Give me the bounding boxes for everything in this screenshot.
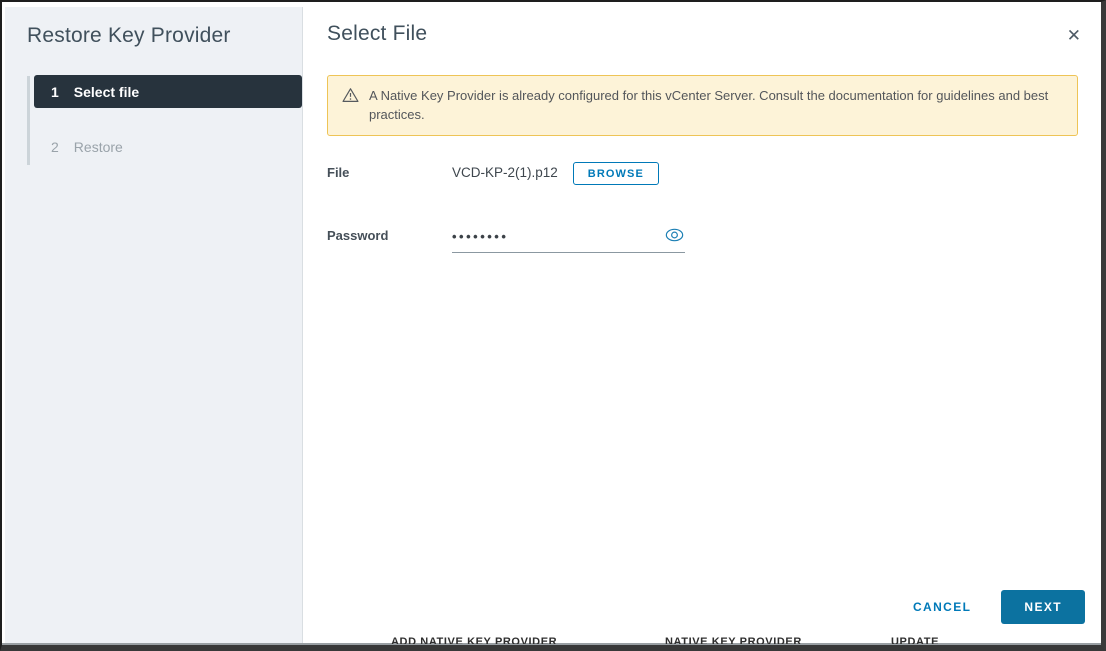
password-input[interactable]: •••••••• <box>452 225 685 253</box>
warning-triangle-icon <box>342 87 359 103</box>
clipped-background-text: ADD NATIVE KEY PROVIDER <box>391 636 557 644</box>
eye-icon[interactable] <box>665 228 684 242</box>
step-number: 2 <box>51 139 59 155</box>
password-masked-value: •••••••• <box>452 229 508 244</box>
next-button[interactable]: NEXT <box>1001 590 1085 624</box>
file-label: File <box>327 162 452 180</box>
warning-text: A Native Key Provider is already configu… <box>369 86 1063 124</box>
cancel-button[interactable]: CANCEL <box>913 600 971 614</box>
page-title: Select File <box>303 7 1101 46</box>
wizard-footer: CANCEL NEXT <box>913 590 1085 624</box>
clipped-background-text: NATIVE KEY PROVIDER <box>665 636 802 644</box>
warning-banner: A Native Key Provider is already configu… <box>327 75 1078 136</box>
step-label: Select file <box>74 84 139 100</box>
selected-file-name: VCD-KP-2(1).p12 <box>452 162 558 180</box>
clipped-background-text: UPDATE <box>891 636 939 644</box>
password-field-row: Password •••••••• <box>327 225 1079 253</box>
step-restore: 2 Restore <box>5 130 302 163</box>
wizard-content-panel: Select File ✕ A Native Key Provider is a… <box>302 7 1101 645</box>
step-number: 1 <box>51 84 59 100</box>
step-select-file[interactable]: 1 Select file <box>34 75 302 108</box>
browse-button[interactable]: BROWSE <box>573 162 659 185</box>
close-icon[interactable]: ✕ <box>1067 27 1081 44</box>
file-field-row: File VCD-KP-2(1).p12 BROWSE <box>327 162 1079 185</box>
step-track <box>27 76 30 165</box>
wizard-steps: 1 Select file 2 Restore <box>5 75 302 163</box>
step-label: Restore <box>74 139 123 155</box>
restore-key-provider-modal: Restore Key Provider 1 Select file 2 Res… <box>0 0 1106 651</box>
modal-title: Restore Key Provider <box>5 7 302 48</box>
password-label: Password <box>327 225 452 243</box>
wizard-sidebar: Restore Key Provider 1 Select file 2 Res… <box>5 7 302 645</box>
